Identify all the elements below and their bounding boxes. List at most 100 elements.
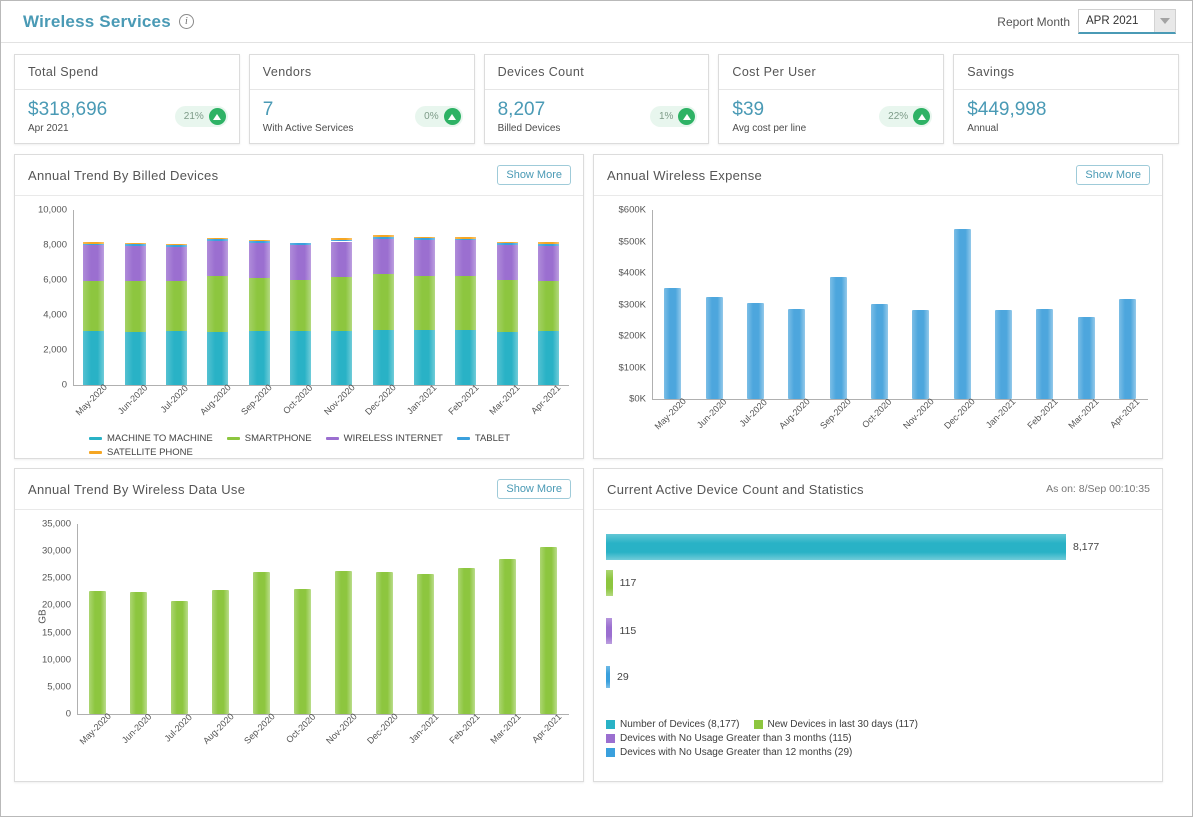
kpi-card-cost-per-user[interactable]: Cost Per User $39 Avg cost per line 22% <box>718 54 945 144</box>
bar[interactable] <box>417 574 434 714</box>
bar-segment[interactable] <box>248 330 270 385</box>
bar-segment[interactable] <box>537 280 559 332</box>
kpi-card-total-spend[interactable]: Total Spend $318,696 Apr 2021 21% <box>14 54 240 144</box>
bar-segment[interactable] <box>289 245 311 281</box>
bar[interactable] <box>829 276 847 399</box>
bar-segment[interactable] <box>289 242 311 244</box>
bar[interactable] <box>912 309 930 399</box>
bar-segment[interactable] <box>289 280 311 331</box>
bar-segment[interactable] <box>83 331 105 385</box>
bar-segment[interactable] <box>537 241 559 244</box>
bar-segment[interactable] <box>165 244 187 245</box>
bar-segment[interactable] <box>248 278 270 331</box>
bar-segment[interactable] <box>83 280 105 332</box>
hbar[interactable] <box>606 570 613 596</box>
chevron-down-icon[interactable] <box>1154 10 1175 32</box>
bar-segment[interactable] <box>83 242 105 244</box>
bar-segment[interactable] <box>331 241 353 277</box>
bar-segment[interactable] <box>289 243 311 245</box>
bar-segment[interactable] <box>455 330 477 385</box>
hbar[interactable] <box>606 618 613 644</box>
bar-segment[interactable] <box>496 280 518 332</box>
bar[interactable] <box>294 588 311 714</box>
kpi-title: Savings <box>954 55 1178 90</box>
bar-segment[interactable] <box>496 331 518 385</box>
bar-segment[interactable] <box>248 240 270 243</box>
bar[interactable] <box>376 571 393 714</box>
bar[interactable] <box>130 592 147 714</box>
bar-segment[interactable] <box>455 240 477 277</box>
hbar[interactable] <box>606 534 1066 560</box>
bar-segment[interactable] <box>289 330 311 385</box>
show-more-button-data-use[interactable]: Show More <box>497 479 571 499</box>
report-month-select[interactable]: APR 2021 <box>1078 9 1176 34</box>
bar[interactable] <box>746 302 764 399</box>
bar-segment[interactable] <box>124 246 146 282</box>
bar[interactable] <box>1118 299 1136 399</box>
bar[interactable] <box>335 570 352 714</box>
hbar[interactable] <box>606 666 610 688</box>
bar-segment[interactable] <box>83 245 105 281</box>
bar-segment[interactable] <box>207 238 229 240</box>
info-icon[interactable]: i <box>178 14 194 29</box>
bar-segment[interactable] <box>413 238 435 241</box>
bar[interactable] <box>171 601 188 714</box>
bar-segment[interactable] <box>207 276 229 332</box>
bar-segment[interactable] <box>165 246 187 282</box>
bar-segment[interactable] <box>331 330 353 385</box>
bar-segment[interactable] <box>248 242 270 279</box>
bar-segment[interactable] <box>496 245 518 281</box>
bar-segment[interactable] <box>413 237 435 239</box>
bar[interactable] <box>1077 317 1095 399</box>
bar[interactable] <box>870 304 888 399</box>
kpi-card-vendors[interactable]: Vendors 7 With Active Services 0% <box>248 54 475 144</box>
bar[interactable] <box>540 547 557 714</box>
kpi-card-devices-count[interactable]: Devices Count 8,207 Billed Devices 1% <box>483 54 710 144</box>
bar[interactable] <box>499 559 516 714</box>
bar-segment[interactable] <box>537 245 559 281</box>
bar-segment[interactable] <box>537 331 559 385</box>
bar-segment[interactable] <box>207 239 229 242</box>
bar-segment[interactable] <box>165 331 187 385</box>
bar[interactable] <box>458 567 475 714</box>
bar-segment[interactable] <box>124 331 146 385</box>
bar[interactable] <box>788 308 806 399</box>
bar-segment[interactable] <box>413 330 435 385</box>
bar[interactable] <box>253 572 270 714</box>
bar[interactable] <box>1036 308 1054 399</box>
bar-segment[interactable] <box>496 243 518 245</box>
bar-segment[interactable] <box>455 238 477 241</box>
bar[interactable] <box>89 590 106 714</box>
bar-segment[interactable] <box>248 240 270 241</box>
bar-segment[interactable] <box>83 243 105 246</box>
bar-segment[interactable] <box>165 244 187 247</box>
bar[interactable] <box>664 288 682 399</box>
bar-segment[interactable] <box>331 276 353 331</box>
bar-segment[interactable] <box>413 240 435 276</box>
kpi-card-savings[interactable]: Savings $449,998 Annual <box>953 54 1179 144</box>
bar[interactable] <box>212 590 229 714</box>
bar-segment[interactable] <box>372 330 394 385</box>
show-more-button-billed-devices[interactable]: Show More <box>497 165 571 185</box>
show-more-button-wireless-expense[interactable]: Show More <box>1076 165 1150 185</box>
bar-segment[interactable] <box>331 239 353 242</box>
bar-segment[interactable] <box>372 236 394 239</box>
bar-segment[interactable] <box>413 275 435 331</box>
bar-segment[interactable] <box>124 244 146 247</box>
bar-segment[interactable] <box>455 237 477 239</box>
bar-segment[interactable] <box>165 281 187 332</box>
bar[interactable] <box>994 309 1012 399</box>
bar-segment[interactable] <box>372 238 394 274</box>
bar-segment[interactable] <box>537 243 559 246</box>
bar-segment[interactable] <box>372 235 394 237</box>
bar-segment[interactable] <box>331 238 353 240</box>
bar-segment[interactable] <box>124 281 146 332</box>
bar[interactable] <box>705 296 723 399</box>
bar-segment[interactable] <box>207 241 229 277</box>
bar-segment[interactable] <box>124 243 146 245</box>
bar[interactable] <box>953 228 971 399</box>
bar-segment[interactable] <box>207 331 229 385</box>
bar-segment[interactable] <box>455 276 477 331</box>
bar-segment[interactable] <box>496 241 518 244</box>
bar-segment[interactable] <box>372 273 394 331</box>
